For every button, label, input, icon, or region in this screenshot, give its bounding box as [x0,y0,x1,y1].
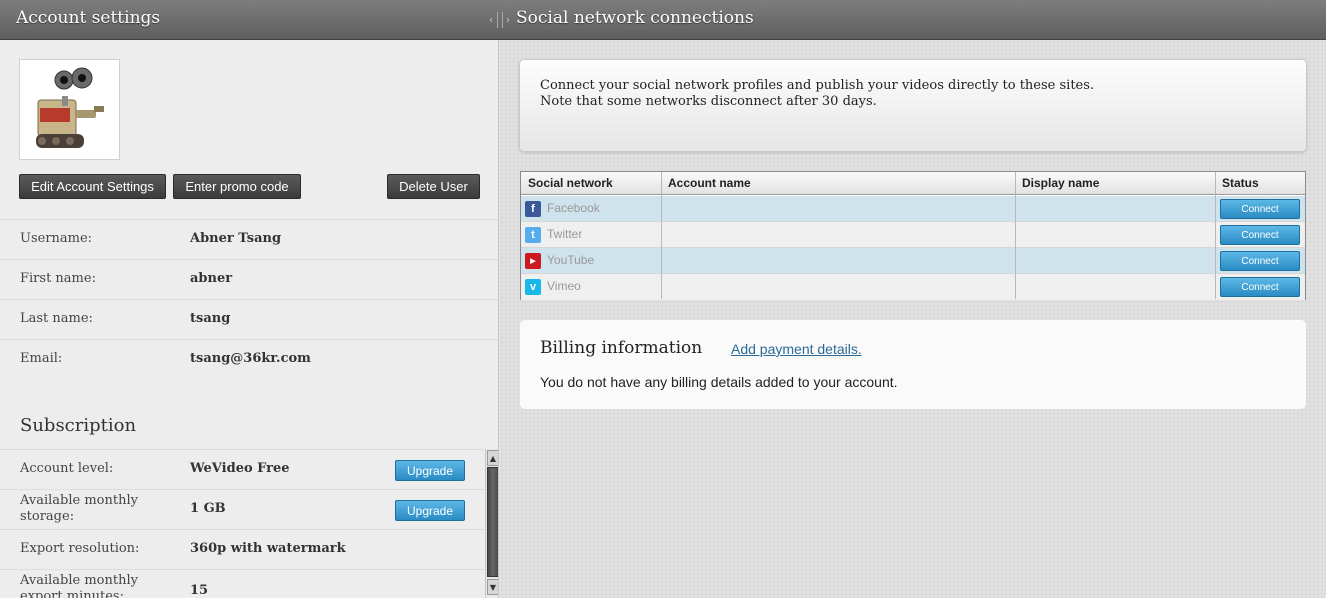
social-connections-title: Social network connections [516,8,754,28]
panel-splitter[interactable]: ‹ › [485,0,515,40]
upgrade-account-button[interactable]: Upgrade [395,460,465,481]
username-row: Username: Abner Tsang [0,219,498,259]
export-resolution-row: Export resolution: 360p with watermark [0,529,484,569]
column-header-account-name: Account name [668,176,751,190]
network-name: Facebook [547,201,600,215]
table-row: ▶ YouTube Connect [521,248,1305,274]
table-row: t Twitter Connect [521,222,1305,248]
column-divider [661,172,662,299]
field-value: tsang@36kr.com [190,351,311,366]
intro-line-1: Connect your social network profiles and… [540,78,1095,93]
table-row: v Vimeo Connect [521,274,1305,300]
field-label: Last name: [20,311,93,326]
social-network-table: Social network Account name Display name… [520,171,1306,300]
field-label: Account level: [20,461,114,476]
account-settings-title: Account settings [16,8,161,28]
connect-youtube-button[interactable]: Connect [1220,251,1300,271]
field-label: Email: [20,351,63,366]
subscription-title: Subscription [20,415,137,436]
account-level-row: Account level: WeVideo Free Upgrade [0,449,484,489]
field-value: 360p with watermark [190,541,346,556]
network-name: YouTube [547,253,595,267]
connect-vimeo-button[interactable]: Connect [1220,277,1300,297]
field-value: Abner Tsang [190,231,282,246]
billing-description: You do not have any billing details adde… [540,374,898,390]
expand-right-icon[interactable]: › [506,15,511,26]
last-name-row: Last name: tsang [0,299,498,339]
export-minutes-row: Available monthly export minutes: 15 [0,569,484,598]
connect-twitter-button[interactable]: Connect [1220,225,1300,245]
column-divider [1215,172,1216,299]
scroll-up-icon[interactable]: ▲ [487,450,498,466]
delete-user-button[interactable]: Delete User [387,174,480,199]
column-divider [1015,172,1016,299]
youtube-icon: ▶ [525,253,541,269]
monthly-storage-row: Available monthly storage: 1 GB Upgrade [0,489,484,529]
edit-account-settings-button[interactable]: Edit Account Settings [19,174,166,199]
field-value: WeVideo Free [190,461,290,476]
vimeo-icon: v [525,279,541,295]
table-row: f Facebook Connect [521,196,1305,222]
network-name: Vimeo [547,279,581,293]
twitter-icon: t [525,227,541,243]
scrollbar-thumb[interactable] [487,467,498,577]
upgrade-storage-button[interactable]: Upgrade [395,500,465,521]
subscription-scrollbar[interactable]: ▲ ▼ [485,449,498,598]
table-header: Social network Account name Display name… [521,172,1305,195]
splitter-grip-icon[interactable] [497,12,503,28]
account-settings-panel: Edit Account Settings Enter promo code D… [0,40,499,598]
facebook-icon: f [525,201,541,217]
field-value: tsang [190,311,231,326]
billing-title: Billing information [540,338,703,358]
avatar [19,59,120,160]
scroll-down-icon[interactable]: ▼ [487,579,498,595]
social-intro-box: Connect your social network profiles and… [519,59,1307,152]
field-value: 1 GB [190,501,226,516]
email-row: Email: tsang@36kr.com [0,339,498,379]
column-header-status: Status [1222,176,1259,190]
billing-information-box: Billing information Add payment details.… [520,320,1306,409]
field-value: 15 [190,583,209,598]
top-header-bar: Account settings ‹ › Social network conn… [0,0,1326,40]
add-payment-details-link[interactable]: Add payment details. [731,341,862,357]
enter-promo-code-button[interactable]: Enter promo code [173,174,301,199]
field-label: Available monthly export minutes: [20,573,138,598]
robot-avatar-icon [36,67,104,148]
field-label: Available monthly storage: [20,493,138,524]
field-label: Username: [20,231,93,246]
first-name-row: First name: abner [0,259,498,299]
connect-facebook-button[interactable]: Connect [1220,199,1300,219]
field-label: First name: [20,271,96,286]
field-label: Export resolution: [20,541,140,556]
column-header-display-name: Display name [1022,176,1100,190]
collapse-left-icon[interactable]: ‹ [489,15,494,26]
column-header-social-network: Social network [528,176,613,190]
field-value: abner [190,271,233,286]
network-name: Twitter [547,227,583,241]
intro-line-2: Note that some networks disconnect after… [540,94,877,109]
